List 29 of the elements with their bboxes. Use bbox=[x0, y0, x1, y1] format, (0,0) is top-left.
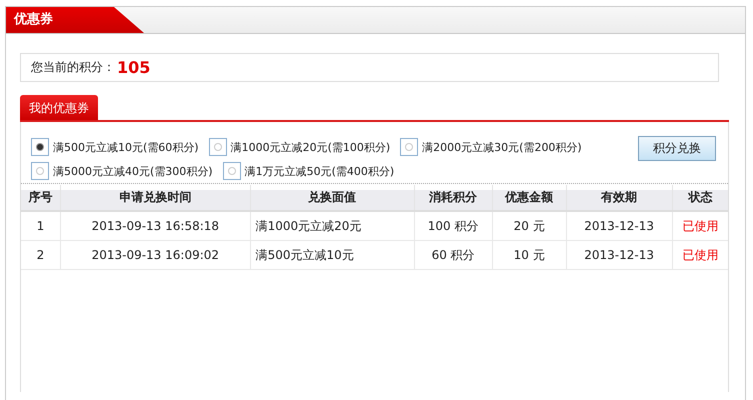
option-label[interactable]: 满2000元立减30元(需200积分) bbox=[422, 140, 582, 154]
table-cell: 2013-09-13 16:58:18 bbox=[60, 211, 250, 240]
option-label[interactable]: 满5000元立减40元(需300积分) bbox=[53, 164, 213, 178]
column-header: 状态 bbox=[672, 185, 728, 211]
table-cell: 60 积分 bbox=[414, 240, 492, 270]
option-label[interactable]: 满1000元立减20元(需100积分) bbox=[230, 140, 390, 154]
exchange-button[interactable]: 积分兑换 bbox=[638, 136, 716, 161]
table-cell: 20 元 bbox=[492, 211, 566, 240]
column-header: 消耗积分 bbox=[414, 185, 492, 211]
option-label[interactable]: 满500元立减10元(需60积分) bbox=[53, 140, 199, 154]
points-label: 您当前的积分： bbox=[31, 59, 115, 76]
table-cell: 100 积分 bbox=[414, 211, 492, 240]
table-cell: 10 元 bbox=[492, 240, 566, 270]
column-header: 序号 bbox=[21, 185, 60, 211]
table-cell: 满1000元立减20元 bbox=[250, 211, 414, 240]
table-cell: 2 bbox=[21, 240, 60, 270]
column-header: 兑换面值 bbox=[250, 185, 414, 211]
table-cell: 满500元立减10元 bbox=[250, 240, 414, 270]
points-value: 105 bbox=[117, 58, 150, 77]
column-header: 申请兑换时间 bbox=[60, 185, 250, 211]
tab[interactable]: 我的优惠券 bbox=[20, 95, 98, 120]
table-cell: 2013-12-13 bbox=[566, 240, 672, 270]
column-header: 有效期 bbox=[566, 185, 672, 211]
column-header: 优惠金额 bbox=[492, 185, 566, 211]
table-cell: 2013-09-13 16:09:02 bbox=[60, 240, 250, 270]
table-cell: 2013-12-13 bbox=[566, 211, 672, 240]
table-cell: 1 bbox=[21, 211, 60, 240]
option-label[interactable]: 满1万元立减50元(需400积分) bbox=[244, 164, 394, 178]
panel-title: 优惠券 bbox=[6, 7, 144, 33]
